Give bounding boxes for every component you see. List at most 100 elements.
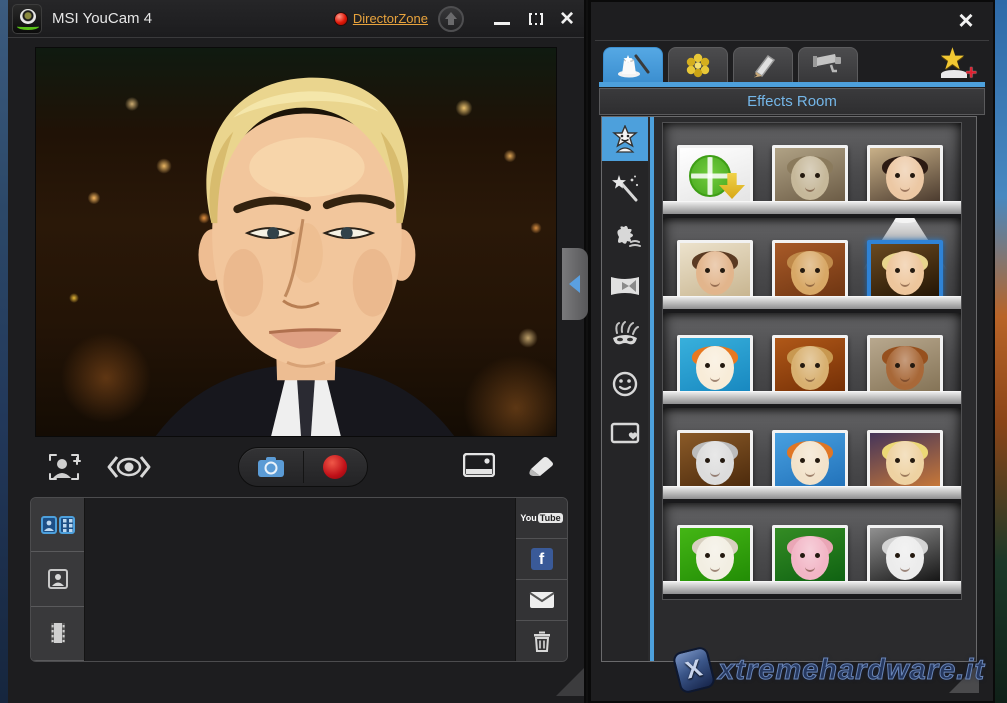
- shelf-ledge: [663, 486, 961, 499]
- frame-butterfly-icon: [609, 273, 641, 299]
- capture-controls: [35, 441, 557, 493]
- gallery-tab-videos[interactable]: [31, 607, 84, 661]
- shelf-ledge: [663, 581, 961, 594]
- effect-thumb-poodle[interactable]: [867, 335, 943, 395]
- trash-icon: [532, 630, 552, 652]
- shelf-row: [663, 313, 961, 404]
- smiley-icon: [612, 371, 638, 397]
- chevron-left-icon: [569, 275, 580, 293]
- thumb-face: [696, 346, 734, 390]
- upload-icon[interactable]: [438, 6, 464, 32]
- effect-thumb-brown-haired-man[interactable]: [677, 240, 753, 300]
- tab-draw[interactable]: [733, 47, 793, 82]
- tab-effects-room[interactable]: [603, 47, 663, 82]
- category-frame-effects[interactable]: [602, 264, 648, 308]
- minimize-button[interactable]: [492, 9, 512, 29]
- surveillance-camera-icon: [811, 52, 845, 78]
- delete-button[interactable]: [516, 621, 567, 661]
- window-title: MSI YouCam 4: [52, 10, 152, 27]
- gallery-tab-column: [31, 498, 85, 661]
- download-new-effects-button[interactable]: ★ +: [939, 48, 979, 80]
- email-icon: [529, 591, 555, 609]
- panel-collapse-handle[interactable]: [562, 248, 588, 320]
- effects-content: [601, 116, 977, 662]
- panel-header: Effects Room: [599, 88, 985, 115]
- desktop-wallpaper-sliver: [995, 0, 1007, 703]
- minimize-icon: [494, 22, 510, 25]
- effects-panel-tabs: [603, 47, 858, 82]
- gallery-content-empty: [85, 498, 515, 661]
- face-tracking-eye-icon[interactable]: [107, 454, 151, 480]
- avatar-face-overlay: [36, 48, 556, 436]
- title-bar: MSI YouCam 4 DirectorZone ×: [8, 0, 584, 38]
- effect-thumb-blonde-woman[interactable]: [867, 430, 943, 490]
- effect-thumb-terracotta-warrior[interactable]: [772, 145, 848, 205]
- photos-icon: [48, 569, 68, 589]
- tab-gadgets[interactable]: [668, 47, 728, 82]
- gallery-tab-photos[interactable]: [31, 552, 84, 606]
- face-login-icon[interactable]: [47, 452, 81, 482]
- snapshot-button[interactable]: [239, 448, 303, 486]
- effect-thumb-blond-man[interactable]: [867, 240, 943, 300]
- share-facebook-button[interactable]: f: [516, 539, 567, 580]
- thumb-face: [696, 251, 734, 295]
- category-accent-line: [650, 117, 654, 661]
- tab-surveillance[interactable]: [798, 47, 858, 82]
- share-email-button[interactable]: [516, 580, 567, 621]
- share-youtube-button[interactable]: You Tube: [516, 498, 567, 539]
- directorzone-status-dot-icon: [334, 12, 348, 26]
- effect-thumb-download-more-effects[interactable]: [677, 145, 753, 205]
- window-resize-grip[interactable]: [556, 668, 584, 696]
- gallery-tab-all-media[interactable]: [31, 498, 84, 552]
- thumb-face: [791, 441, 829, 485]
- star-base: [941, 70, 967, 78]
- youcam-logo-icon: [12, 4, 42, 34]
- effect-thumb-geisha[interactable]: [867, 145, 943, 205]
- effect-thumb-lion-plush[interactable]: [772, 430, 848, 490]
- eraser-icon[interactable]: [523, 453, 555, 477]
- effect-thumb-david-statue[interactable]: [867, 525, 943, 585]
- shelf-ledge: [663, 296, 961, 309]
- effects-shelf: [662, 122, 962, 600]
- panel-close-button[interactable]: ×: [953, 8, 979, 34]
- thumb-face: [886, 536, 924, 580]
- panel-title: Effects Room: [747, 93, 837, 110]
- capture-button-group: [238, 447, 368, 487]
- particle-splat-icon: [609, 224, 641, 250]
- maximize-notch: [532, 13, 535, 25]
- category-avatar-effects[interactable]: [602, 117, 648, 161]
- category-emotion-effects[interactable]: [602, 362, 648, 406]
- effect-thumb-teddy-bear[interactable]: [772, 240, 848, 300]
- youtube-tube-label: Tube: [538, 513, 563, 523]
- record-button[interactable]: [304, 448, 368, 486]
- category-particle-effects[interactable]: [602, 215, 648, 259]
- effect-thumb-golden-retriever[interactable]: [772, 335, 848, 395]
- pencil-icon: [748, 52, 778, 78]
- record-icon: [323, 455, 347, 479]
- effect-thumb-pig-plush[interactable]: [772, 525, 848, 585]
- media-gallery: You Tube f: [30, 497, 568, 662]
- panel-divider: [595, 40, 989, 41]
- close-button[interactable]: ×: [560, 10, 574, 28]
- thumb-face: [886, 441, 924, 485]
- effect-thumb-lincoln-statue[interactable]: [677, 430, 753, 490]
- thumb-face: [886, 346, 924, 390]
- maximize-notch: [537, 13, 540, 25]
- effect-thumb-clown[interactable]: [677, 335, 753, 395]
- category-wand-effects[interactable]: [602, 166, 648, 210]
- maximize-button[interactable]: [526, 9, 546, 29]
- watermark: X xtremehardware.it: [676, 649, 985, 691]
- effect-thumb-sheep-plush[interactable]: [677, 525, 753, 585]
- youtube-you-label: You: [520, 513, 536, 523]
- directorzone-link[interactable]: DirectorZone: [353, 11, 428, 26]
- desktop-sliver-left: [0, 0, 8, 703]
- category-mask-effects[interactable]: [602, 313, 648, 357]
- effect-categories: [602, 117, 648, 661]
- magic-wand-icon: [610, 174, 640, 202]
- category-scene-effects[interactable]: [602, 411, 648, 455]
- gallery-share-column: You Tube f: [515, 498, 567, 661]
- dual-view-icon[interactable]: [463, 453, 495, 477]
- thumb-face: [886, 156, 924, 200]
- shelf-ledge: [663, 391, 961, 404]
- snapshot-camera-icon: [257, 456, 285, 478]
